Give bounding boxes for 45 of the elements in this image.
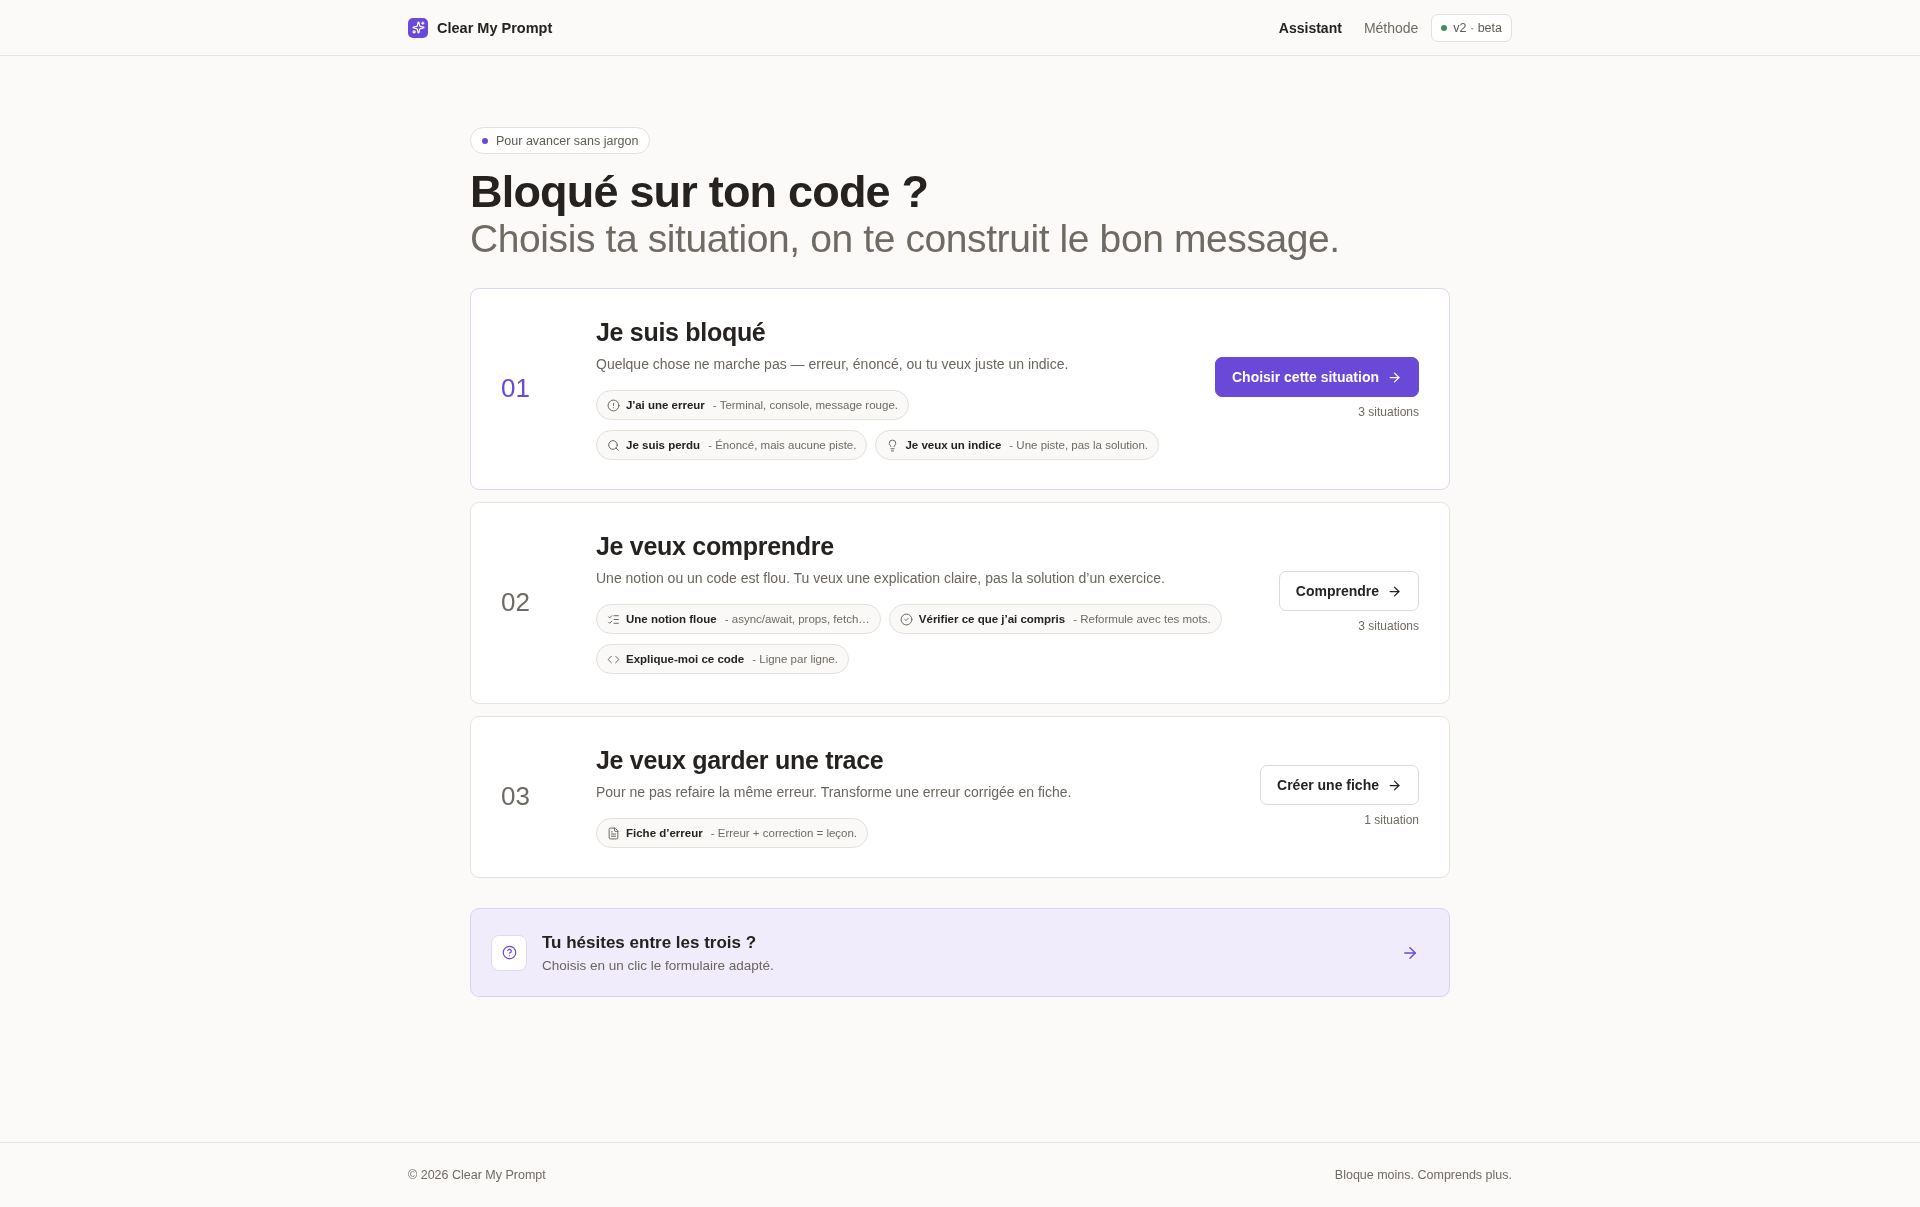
arrow-right-icon [1387, 583, 1402, 599]
situation-chip[interactable]: Vérifier ce que j’ai compris - Reformule avec tes mots. [888, 604, 1222, 634]
help-subtitle: Choisis en un clic le formulaire adapté. [542, 957, 775, 973]
step-number: 03 [501, 780, 531, 812]
step-number: 02 [501, 586, 531, 618]
arrow-right-icon [1387, 777, 1402, 793]
situation-chip[interactable]: Explique-moi ce code - Ligne par ligne. [596, 644, 849, 674]
search-icon [607, 438, 620, 452]
situation-count: 1 situation [1364, 813, 1419, 827]
choose-button[interactable]: Comprendre [1278, 571, 1419, 611]
situation-count: 3 situations [1358, 405, 1419, 419]
situation-count: 3 situations [1358, 619, 1419, 633]
situation-chip[interactable]: Fiche d’erreur - Erreur + correction = leçon. [596, 818, 869, 848]
help-icon [491, 934, 527, 971]
page-title: Bloqué sur ton code ? [470, 167, 930, 217]
brand-link[interactable]: Clear My Prompt [408, 17, 553, 38]
sparkles-logo-icon [408, 17, 428, 38]
alert-circle-icon [607, 398, 620, 412]
nav-link[interactable]: Méthode [1352, 19, 1430, 36]
checklist-icon [607, 612, 620, 626]
page-subtitle: Choisis ta situation, on te construit le bon message. [470, 217, 1341, 261]
check-circle-icon [899, 612, 913, 626]
situation-chip[interactable]: Une notion floue - async/await, props, fetch… [596, 604, 881, 634]
card-description: Une notion ou un code est flou. Tu veux une explication claire, pas la solution d’un exercice. [596, 569, 1166, 588]
card-description: Pour ne pas refaire la même erreur. Transforme une erreur corrigée en fiche. [596, 783, 1073, 802]
eyebrow-text: Pour avancer sans jargon [496, 133, 639, 148]
situation-chip[interactable]: Je suis perdu - Énoncé, mais aucune piste. [596, 430, 868, 460]
card-title: Je veux comprendre [596, 531, 835, 562]
document-icon [607, 826, 620, 840]
situation-chip[interactable]: Je veux un indice - Une piste, pas la solution. [875, 430, 1160, 460]
arrow-right-icon [1387, 369, 1402, 385]
choose-button[interactable]: Choisir cette situation [1214, 357, 1419, 397]
footer-tagline: Bloque moins. Comprends plus. [1334, 1168, 1512, 1182]
nav-link[interactable]: Assistant [1267, 19, 1353, 36]
card-title: Je veux garder une trace [596, 745, 885, 776]
situation-chip[interactable]: J'ai une erreur - Terminal, console, message rouge. [596, 390, 909, 420]
help-title: Tu hésites entre les trois ? [542, 932, 758, 953]
card-title: Je suis bloqué [596, 317, 767, 348]
status-dot-icon [1441, 24, 1448, 31]
card-description: Quelque chose ne marche pas — erreur, énoncé, ou tu veux juste un indice. [596, 355, 1070, 374]
dot-icon [482, 137, 488, 144]
choose-button[interactable]: Créer une fiche [1260, 765, 1419, 805]
version-label: v2 · beta [1453, 20, 1502, 35]
step-number: 01 [501, 372, 531, 404]
copyright-text: © 2026 Clear My Prompt [408, 1168, 546, 1182]
